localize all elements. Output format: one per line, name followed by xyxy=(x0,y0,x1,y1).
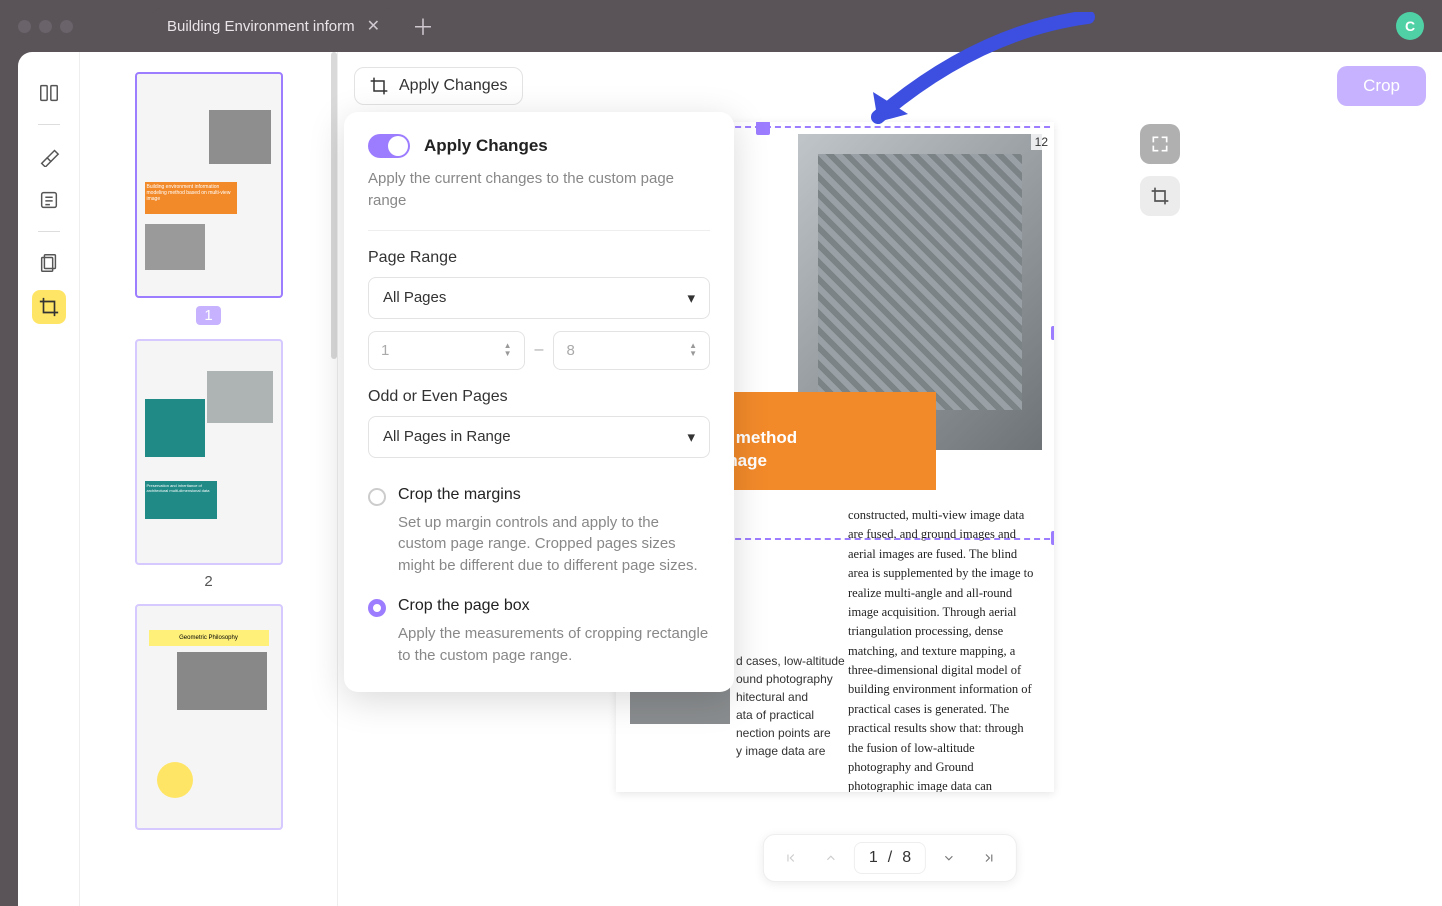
crop-pagebox-label: Crop the page box xyxy=(398,597,530,615)
expand-icon xyxy=(1150,134,1170,154)
radio-checked-icon xyxy=(368,599,386,617)
total-pages: 8 xyxy=(902,849,911,867)
page-range-header: Page Range xyxy=(368,249,710,267)
next-page-button[interactable] xyxy=(932,841,966,875)
close-tab-icon[interactable]: ✕ xyxy=(367,16,380,36)
window-controls xyxy=(18,20,73,33)
content-area: Apply Changes Crop Apply Changes Apply t… xyxy=(338,52,1442,906)
crop-handle-right[interactable] xyxy=(1051,326,1054,340)
page-range-from-input[interactable]: 1 ▲▼ xyxy=(368,331,525,370)
rail-highlighter-icon[interactable] xyxy=(32,139,66,173)
page-range-select[interactable]: All Pages ▾ xyxy=(368,277,710,319)
first-page-button[interactable] xyxy=(774,841,808,875)
thumbnail-panel: Building environment information modelin… xyxy=(80,52,338,906)
crop-tool-button[interactable] xyxy=(1140,176,1180,216)
radio-unchecked-icon xyxy=(368,488,386,506)
range-dash: – xyxy=(535,341,544,359)
odd-even-select[interactable]: All Pages in Range ▾ xyxy=(368,416,710,458)
document-tab[interactable]: Building Environment inform ✕ xyxy=(153,8,394,44)
close-window-icon[interactable] xyxy=(18,20,31,33)
apply-changes-label: Apply Changes xyxy=(399,77,508,95)
crop-handle-top[interactable] xyxy=(756,122,770,135)
current-page: 1 xyxy=(869,849,878,867)
tab-title: Building Environment inform xyxy=(167,18,355,35)
prev-page-button[interactable] xyxy=(814,841,848,875)
apply-changes-panel: Apply Changes Apply the current changes … xyxy=(344,112,734,692)
thumbnail-page-2[interactable]: Preservation and inheritance of architec… xyxy=(135,339,283,565)
rail-pages-icon[interactable] xyxy=(32,246,66,280)
chevron-down-icon: ▾ xyxy=(687,289,695,307)
odd-even-header: Odd or Even Pages xyxy=(368,388,710,406)
page-range-to-input[interactable]: 8 ▲▼ xyxy=(553,331,710,370)
page-range-from-value: 1 xyxy=(381,342,389,359)
crop-margins-option[interactable]: Crop the margins xyxy=(368,486,710,506)
crop-icon xyxy=(369,76,389,96)
thumb-scrollbar[interactable] xyxy=(331,52,337,359)
panel-toggle-desc: Apply the current changes to the custom … xyxy=(368,168,710,212)
apply-changes-button[interactable]: Apply Changes xyxy=(354,67,523,105)
panel-toggle-label: Apply Changes xyxy=(424,136,548,156)
page-text-right: constructed, multi-view image data are f… xyxy=(848,506,1040,792)
crop-pagebox-option[interactable]: Crop the page box xyxy=(368,597,710,617)
user-avatar[interactable]: C xyxy=(1396,12,1424,40)
chevron-down-icon: ▾ xyxy=(687,428,695,446)
pagination-bar: 1 / 8 xyxy=(763,834,1017,882)
maximize-window-icon[interactable] xyxy=(60,20,73,33)
tool-rail xyxy=(18,52,80,906)
thumb1-caption: Building environment information modelin… xyxy=(145,182,237,214)
thumb2-caption: Preservation and inheritance of architec… xyxy=(145,481,217,519)
thumbnail-number-1: 1 xyxy=(196,306,220,325)
crop-icon xyxy=(1150,186,1170,206)
minimize-window-icon[interactable] xyxy=(39,20,52,33)
page-text-bottom-left: d cases, low-altitude ound photography h… xyxy=(736,652,848,760)
crop-pagebox-desc: Apply the measurements of cropping recta… xyxy=(368,623,710,667)
odd-even-value: All Pages in Range xyxy=(383,428,511,445)
thumbnail-number-2: 2 xyxy=(204,573,212,590)
page-range-value: All Pages xyxy=(383,289,446,306)
thumbnail-page-3[interactable]: Geometric Philosophy xyxy=(135,604,283,830)
thumbnail-page-1[interactable]: Building environment information modelin… xyxy=(135,72,283,298)
new-tab-button[interactable]: ＋ xyxy=(412,10,434,42)
last-page-button[interactable] xyxy=(972,841,1006,875)
page-indicator[interactable]: 1 / 8 xyxy=(854,842,926,874)
rail-annotations-icon[interactable] xyxy=(32,183,66,217)
crop-button[interactable]: Crop xyxy=(1337,66,1426,106)
crop-margins-label: Crop the margins xyxy=(398,486,521,504)
rail-thumbnails-icon[interactable] xyxy=(32,76,66,110)
thumb3-title: Geometric Philosophy xyxy=(149,630,269,646)
titlebar: Building Environment inform ✕ ＋ C xyxy=(0,0,1442,52)
crop-margins-desc: Set up margin controls and apply to the … xyxy=(368,512,710,577)
stepper-icon[interactable]: ▲▼ xyxy=(689,342,697,358)
crop-handle-br[interactable] xyxy=(1051,531,1054,545)
rail-crop-icon[interactable] xyxy=(32,290,66,324)
page-separator: / xyxy=(888,849,892,867)
page-range-to-value: 8 xyxy=(566,342,574,359)
fit-screen-button[interactable] xyxy=(1140,124,1180,164)
apply-changes-toggle[interactable] xyxy=(368,134,410,158)
stepper-icon[interactable]: ▲▼ xyxy=(504,342,512,358)
